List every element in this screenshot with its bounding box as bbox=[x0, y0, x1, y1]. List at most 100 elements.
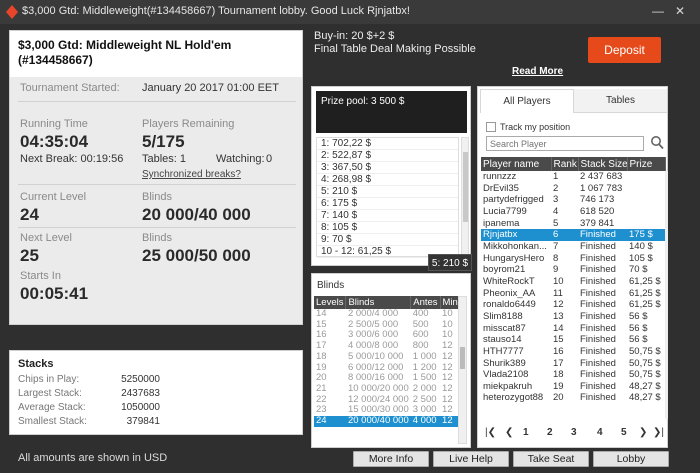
prize-place: 7: 140 $ bbox=[317, 210, 458, 222]
live-help-button[interactable]: Live Help bbox=[433, 451, 509, 467]
player-cell: 12 bbox=[553, 299, 564, 311]
player-row[interactable]: Vlada2108 18 Finished 50,75 $ bbox=[481, 369, 665, 381]
prize-scrollbar[interactable] bbox=[461, 137, 469, 257]
starts-in-value: 00:05:41 bbox=[20, 284, 89, 303]
player-cell: 6 bbox=[551, 229, 578, 241]
page-link[interactable]: 4 bbox=[597, 427, 603, 438]
player-cell: ipanema bbox=[483, 217, 520, 229]
player-row[interactable]: Rjnjatbx 6 Finished 175 $ bbox=[481, 229, 665, 241]
tab-all-players[interactable]: All Players bbox=[480, 89, 574, 113]
blinds-cell: 15 000/30 000 bbox=[347, 405, 409, 416]
player-row[interactable]: Lucia7799 4 618 520 bbox=[481, 206, 665, 218]
player-row[interactable]: runnzzz 1 2 437 683 bbox=[481, 171, 665, 183]
prize-pool-title: Prize pool: 3 500 $ bbox=[316, 91, 467, 133]
player-row[interactable]: misscat87 14 Finished 56 $ bbox=[481, 323, 665, 335]
player-row[interactable]: miekpakruh 19 Finished 48,27 $ bbox=[481, 381, 665, 393]
blinds-row[interactable]: 17 4 000/8 000 800 12 bbox=[314, 341, 463, 352]
blinds-column-header[interactable]: Blinds bbox=[345, 296, 412, 309]
close-icon[interactable]: ✕ bbox=[672, 3, 688, 19]
synchronized-breaks-link[interactable]: Synchronized breaks? bbox=[142, 169, 241, 180]
player-cell: 5 bbox=[553, 217, 559, 229]
blinds-cell: 20 bbox=[316, 373, 327, 384]
player-cell: runnzzz bbox=[483, 171, 517, 182]
blinds-row[interactable]: 21 10 000/20 000 2 000 12 bbox=[314, 384, 463, 395]
take-seat-button[interactable]: Take Seat bbox=[513, 451, 589, 467]
player-cell: 140 $ bbox=[629, 240, 653, 252]
current-blinds-label: Blinds bbox=[142, 191, 172, 203]
players-column-header[interactable]: Player name bbox=[481, 157, 552, 171]
player-row[interactable]: partydefrigged 3 746 173 bbox=[481, 194, 665, 206]
blinds-row[interactable]: 14 2 000/4 000 400 10 bbox=[314, 309, 463, 320]
blinds-row[interactable]: 15 2 500/5 000 500 10 bbox=[314, 320, 463, 331]
blinds-cell: 21 bbox=[316, 383, 327, 394]
blinds-row[interactable]: 19 6 000/12 000 1 200 12 bbox=[314, 363, 463, 374]
blinds-row[interactable]: 24 20 000/40 000 4 000 12 bbox=[314, 416, 463, 427]
player-cell: 48,27 $ bbox=[629, 380, 661, 392]
blinds-cell: 4 000 bbox=[410, 416, 441, 427]
search-player-input[interactable] bbox=[486, 136, 644, 151]
search-icon[interactable] bbox=[650, 135, 664, 151]
track-position[interactable]: Track my position bbox=[486, 122, 570, 132]
prize-list[interactable]: 1: 702,22 $2: 522,87 $3: 367,50 $4: 268,… bbox=[316, 137, 459, 258]
blinds-scrollbar[interactable] bbox=[458, 296, 467, 444]
players-column-header[interactable]: Prize bbox=[627, 157, 666, 171]
buyin-amount: Buy-in: 20 $+2 $ bbox=[314, 30, 395, 42]
player-cell: Lucia7799 bbox=[483, 205, 527, 217]
page-link[interactable]: 1 bbox=[523, 427, 529, 438]
first-page-icon[interactable]: |❮ bbox=[485, 427, 496, 438]
stack-row: Average Stack: 1050000 bbox=[18, 402, 160, 413]
prize-place: 5: 210 $ bbox=[317, 186, 458, 198]
page-link[interactable]: 2 bbox=[547, 427, 553, 438]
player-cell: partydefrigged bbox=[483, 194, 544, 206]
player-cell: Finished bbox=[580, 264, 616, 276]
blinds-row[interactable]: 20 8 000/16 000 1 500 12 bbox=[314, 373, 463, 384]
player-row[interactable]: HTH7777 16 Finished 50,75 $ bbox=[481, 346, 665, 358]
next-level-value: 25 bbox=[20, 246, 39, 265]
players-scrollbar[interactable] bbox=[665, 171, 668, 419]
players-column-header[interactable]: Rank bbox=[551, 157, 579, 171]
player-row[interactable]: Shurik389 17 Finished 50,75 $ bbox=[481, 358, 665, 370]
blinds-column-header[interactable]: Antes bbox=[410, 296, 441, 309]
players-column-header[interactable]: Stack Size bbox=[578, 157, 628, 171]
last-page-icon[interactable]: ❯| bbox=[653, 427, 664, 438]
player-row[interactable]: stauso14 15 Finished 56 $ bbox=[481, 334, 665, 346]
player-row[interactable]: heterozygot88 20 Finished 48,27 $ bbox=[481, 392, 665, 404]
player-cell: 13 bbox=[553, 310, 564, 322]
page-link[interactable]: 5 bbox=[621, 427, 627, 438]
player-cell bbox=[627, 171, 665, 183]
blinds-column-header[interactable]: Levels bbox=[314, 296, 347, 309]
player-cell: 56 $ bbox=[629, 322, 648, 334]
blinds-row[interactable]: 23 15 000/30 000 3 000 12 bbox=[314, 405, 463, 416]
player-row[interactable]: WhiteRockT 10 Finished 61,25 $ bbox=[481, 276, 665, 288]
player-row[interactable]: Mikkohonkan... 7 Finished 140 $ bbox=[481, 241, 665, 253]
player-row[interactable]: Slim8188 13 Finished 56 $ bbox=[481, 311, 665, 323]
deposit-button[interactable]: Deposit bbox=[588, 37, 661, 63]
blinds-row[interactable]: 18 5 000/10 000 1 000 12 bbox=[314, 352, 463, 363]
player-row[interactable]: ronaldo6449 12 Finished 61,25 $ bbox=[481, 299, 665, 311]
player-row[interactable]: boyrom21 9 Finished 70 $ bbox=[481, 264, 665, 276]
page-link[interactable]: 3 bbox=[571, 427, 577, 438]
blinds-row[interactable]: 16 3 000/6 000 600 10 bbox=[314, 330, 463, 341]
current-blinds-value: 20 000/40 000 bbox=[142, 205, 251, 224]
minimize-icon[interactable]: — bbox=[650, 3, 666, 19]
more-info-button[interactable]: More Info bbox=[353, 451, 429, 467]
player-cell: misscat87 bbox=[483, 322, 526, 334]
player-row[interactable]: ipanema 5 379 841 bbox=[481, 218, 665, 230]
player-cell: 1 067 783 bbox=[580, 182, 623, 194]
blinds-row[interactable]: 22 12 000/24 000 2 500 12 bbox=[314, 395, 463, 406]
track-position-checkbox[interactable] bbox=[486, 122, 496, 132]
running-time-value: 04:35:04 bbox=[20, 132, 89, 151]
prize-place: 4: 268,98 $ bbox=[317, 174, 458, 186]
player-row[interactable]: HungarysHero 8 Finished 105 $ bbox=[481, 253, 665, 265]
lobby-button[interactable]: Lobby bbox=[593, 451, 669, 467]
player-row[interactable]: DrEvil35 2 1 067 783 bbox=[481, 183, 665, 195]
prev-page-icon[interactable]: ❮ bbox=[505, 427, 513, 438]
prize-place: 9: 70 $ bbox=[317, 234, 458, 246]
player-cell: HTH7777 bbox=[483, 345, 524, 357]
blinds-cell: 500 bbox=[412, 319, 429, 330]
tournament-header: $3,000 Gtd: Middleweight NL Hold'em (#13… bbox=[10, 31, 302, 77]
read-more-link[interactable]: Read More bbox=[512, 66, 563, 77]
tab-tables[interactable]: Tables bbox=[574, 89, 667, 113]
next-page-icon[interactable]: ❯ bbox=[639, 427, 647, 438]
player-row[interactable]: Pheonix_AA 11 Finished 61,25 $ bbox=[481, 288, 665, 300]
